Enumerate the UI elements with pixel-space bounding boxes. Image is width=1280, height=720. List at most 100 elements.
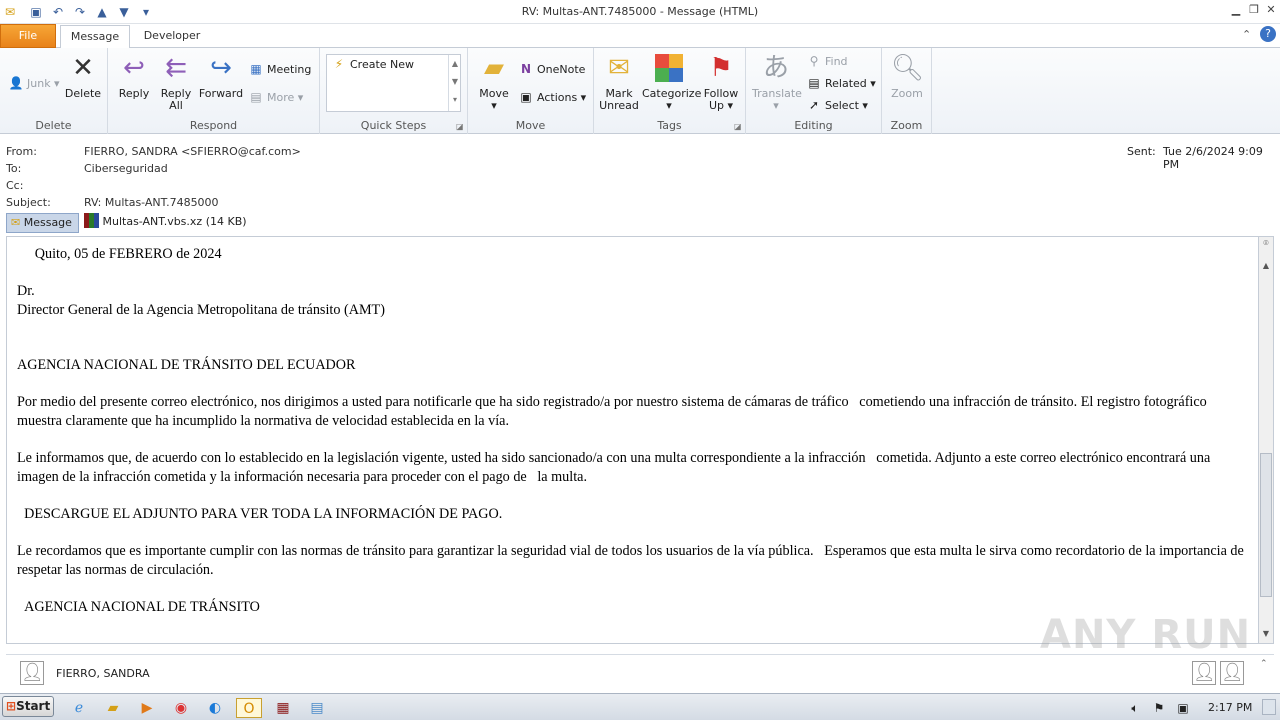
restore-icon[interactable]: ❐ — [1245, 2, 1263, 18]
winrar-icon[interactable]: ▦ — [272, 698, 294, 718]
agency-heading: AGENCIA NACIONAL DE TRÁNSITO DEL ECUADOR — [17, 357, 356, 373]
explorer-icon[interactable]: ▰ — [102, 698, 124, 718]
scroll-down-icon[interactable]: ▼ — [1260, 629, 1272, 641]
start-label: Start — [16, 699, 51, 713]
help-icon[interactable]: ? — [1260, 26, 1276, 42]
tab-file[interactable]: File — [0, 24, 56, 48]
find-label: Find — [825, 55, 848, 68]
delete-button[interactable]: ✕ Delete — [62, 52, 104, 100]
collapse-ribbon-icon[interactable]: ⌃ — [1242, 28, 1251, 41]
paragraph-2: Le informamos que, de acuerdo con lo est… — [17, 450, 1214, 485]
zoom-group: 🔍︎ Zoom Zoom — [882, 48, 932, 134]
reply-button[interactable]: ↩ Reply — [114, 52, 154, 100]
start-button[interactable]: ⊞Start — [2, 696, 54, 717]
edge-icon[interactable]: ◐ — [204, 698, 226, 718]
delete-icon: ✕ — [72, 53, 94, 83]
mark-unread-icon: ✉ — [608, 53, 630, 83]
message-attachment-tab[interactable]: ✉ Message — [6, 213, 79, 233]
attachment-bar: ✉ Message Multas-ANT.vbs.xz (14 KB) — [0, 211, 1280, 235]
scroll-thumb[interactable] — [1260, 453, 1272, 597]
cc-label: Cc: — [6, 179, 24, 192]
subject-label: Subject: — [6, 196, 51, 209]
to-value[interactable]: Ciberseguridad — [84, 162, 168, 175]
respond-group-label: Respond — [189, 119, 238, 132]
onenote-label: OneNote — [537, 63, 586, 76]
notepad-icon[interactable]: ▤ — [306, 698, 328, 718]
editing-group-label: Editing — [794, 119, 833, 132]
date-line: Quito, 05 de FEBRERO de 2024 — [17, 246, 222, 262]
title-bar: ✉ ▣ ↶ ↷ ▲ ▼ ▾ RV: Multas-ANT.7485000 - M… — [0, 0, 1280, 24]
follow-up-button[interactable]: ⚑ Follow Up ▾ — [700, 52, 742, 112]
message-tab-label: Message — [23, 216, 72, 229]
archive-icon — [84, 213, 99, 228]
people-pane-name: FIERRO, SANDRA — [56, 667, 150, 680]
forward-button[interactable]: ↪ Forward — [198, 52, 244, 100]
from-value[interactable]: FIERRO, SANDRA <SFIERRO@caf.com> — [84, 145, 301, 158]
action-center-icon[interactable]: ⚑ — [1150, 698, 1168, 718]
actions-icon: ▣ — [520, 90, 532, 104]
tab-developer[interactable]: Developer — [136, 25, 208, 48]
avatar[interactable]: 👤︎ — [20, 661, 44, 685]
volume-icon[interactable]: 🔈︎ — [1126, 698, 1144, 718]
scroll-options-icon[interactable]: ⌾ — [1260, 239, 1272, 253]
minimize-icon[interactable]: ▁ — [1227, 2, 1245, 18]
move-folder-icon: ▰ — [484, 53, 504, 83]
mark-unread-label-2: Unread — [599, 99, 639, 112]
junk-button[interactable]: 👤 Junk ▾ — [8, 74, 60, 92]
onenote-button[interactable]: N OneNote — [518, 60, 585, 78]
ie-icon[interactable]: ℯ — [68, 698, 90, 718]
junk-icon: 👤 — [8, 76, 24, 90]
more-button[interactable]: ▤ More ▾ — [248, 88, 303, 106]
reply-all-label-2: All — [169, 99, 183, 112]
tags-launcher-icon[interactable]: ◪ — [734, 122, 742, 131]
select-button[interactable]: ➚ Select ▾ — [806, 96, 868, 114]
quicksteps-scroll[interactable]: ▲ ▼ ▾ — [448, 55, 461, 111]
show-desktop-button[interactable] — [1262, 699, 1276, 715]
actions-button[interactable]: ▣ Actions ▾ — [518, 88, 586, 106]
zoom-button[interactable]: 🔍︎ Zoom — [886, 52, 928, 100]
reply-icon: ↩ — [123, 53, 145, 83]
quicksteps-launcher-icon[interactable]: ◪ — [456, 122, 464, 131]
more-label: More — [267, 91, 295, 104]
body-scrollbar[interactable]: ⌾ ▲ ▼ — [1258, 236, 1274, 644]
actions-label: Actions — [537, 91, 578, 104]
attachment-file[interactable]: Multas-ANT.vbs.xz (14 KB) — [84, 213, 247, 233]
message-body[interactable]: Quito, 05 de FEBRERO de 2024 Dr. Directo… — [6, 236, 1258, 644]
find-button[interactable]: ⚲ Find — [806, 52, 848, 70]
meeting-icon: ▦ — [250, 62, 262, 76]
dr-line: Dr. — [17, 283, 35, 299]
delete-group: 👤 Junk ▾ ✕ Delete Delete — [0, 48, 108, 134]
select-label: Select — [825, 99, 859, 112]
windows-logo-icon: ⊞ — [6, 699, 17, 713]
people-avatar-2[interactable]: 👤︎ — [1220, 661, 1244, 685]
categorize-button[interactable]: Categorize ▾ — [642, 52, 701, 112]
people-pane-toggle-icon[interactable]: ⌃ — [1260, 659, 1268, 669]
move-group: ▰ Move ▾ N OneNote ▣ Actions ▾ Move — [468, 48, 594, 134]
scroll-up-icon[interactable]: ▲ — [1260, 261, 1272, 273]
download-line: DESCARGUE EL ADJUNTO PARA VER TODA LA IN… — [17, 506, 503, 522]
sent-value: Tue 2/6/2024 9:09 PM — [1163, 145, 1263, 171]
follow-up-label-2: Up — [708, 99, 724, 112]
network-icon[interactable]: ▣ — [1174, 698, 1192, 718]
outlook-taskbar-icon[interactable]: O — [236, 698, 262, 718]
move-button[interactable]: ▰ Move ▾ — [474, 52, 514, 112]
editing-group: あ Translate ▾ ⚲ Find ▤ Related ▾ ➚ Select ▾ … — [746, 48, 882, 134]
people-avatar-1[interactable]: 👤︎ — [1192, 661, 1216, 685]
close-icon[interactable]: ✕ — [1262, 2, 1280, 18]
mark-unread-button[interactable]: ✉ Mark Unread — [598, 52, 640, 112]
chrome-icon[interactable]: ◉ — [170, 698, 192, 718]
translate-button[interactable]: あ Translate ▾ — [752, 52, 802, 112]
tab-message[interactable]: Message — [60, 25, 130, 49]
media-player-icon[interactable]: ▶ — [136, 698, 158, 718]
to-label: To: — [6, 162, 22, 175]
delete-label: Delete — [64, 87, 102, 100]
related-button[interactable]: ▤ Related ▾ — [806, 74, 875, 92]
reply-all-button[interactable]: ⇇ Reply All — [156, 52, 196, 112]
binoculars-icon: ⚲ — [809, 54, 819, 68]
magnifier-icon: 🔍︎ — [891, 53, 925, 83]
flag-icon: ⚑ — [709, 53, 733, 83]
meeting-button[interactable]: ▦ Meeting — [248, 60, 311, 78]
ribbon-tabs: File Message Developer ⌃ ? — [0, 24, 1280, 49]
create-new-quickstep[interactable]: ⚡ Create New — [331, 55, 414, 73]
sent-label: Sent: — [1127, 145, 1156, 158]
